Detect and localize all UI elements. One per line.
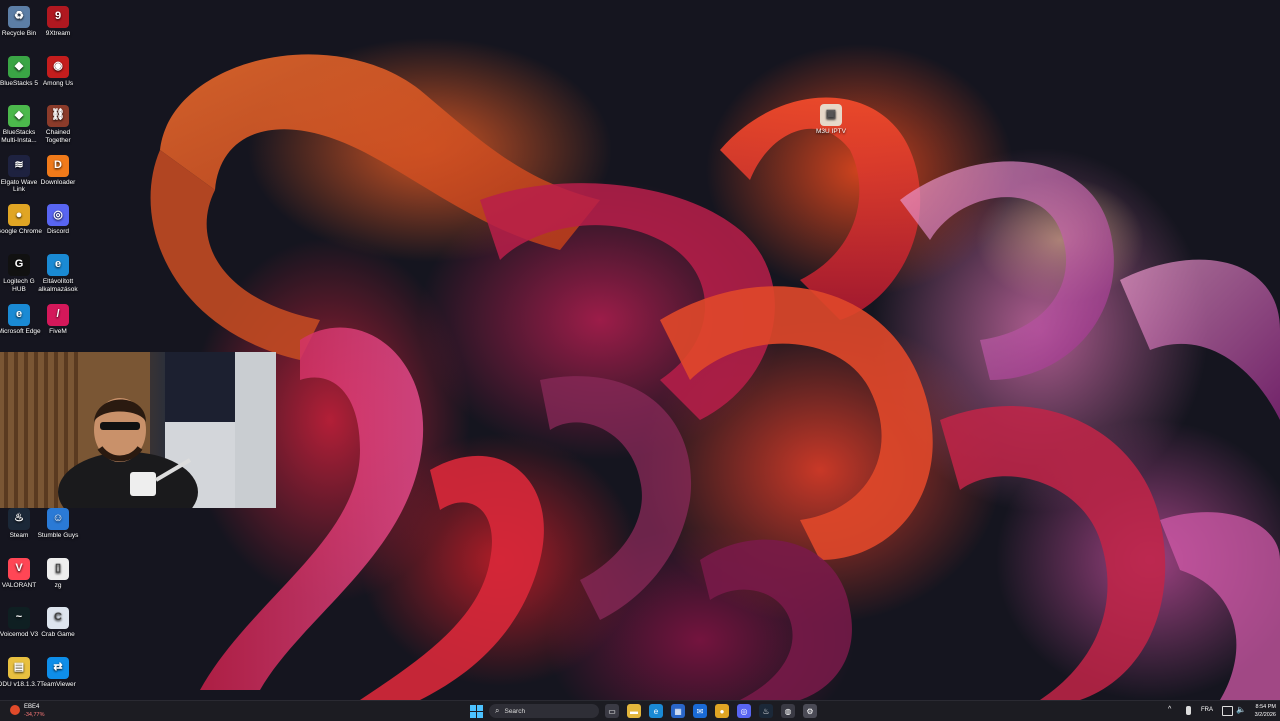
taskbar-app-mail[interactable]: ✉ <box>693 704 707 718</box>
crab-game-icon: C <box>47 607 69 630</box>
stumble-guys-icon: ☺ <box>47 508 69 530</box>
discord-icon: ◎ <box>47 204 69 227</box>
desktop-icon-m3u-iptv[interactable]: ▣ M3U IPTV <box>808 104 854 136</box>
desktop-icon-eltavolitott[interactable]: e Eltávolított alkalmazások <box>35 254 81 293</box>
fivem-icon: / <box>47 303 69 326</box>
desktop-icon-zg[interactable]: ▯ zg <box>35 557 81 590</box>
teamviewer-icon: ⇄ <box>47 656 69 679</box>
network-icon[interactable] <box>1222 706 1233 716</box>
search-box[interactable]: ⌕ Search <box>489 704 599 718</box>
chrome-icon: ● <box>719 706 725 716</box>
taskbar-app-steam[interactable]: ♨ <box>759 704 773 718</box>
edge-icon: e <box>653 706 659 716</box>
task-view-icon: ▭ <box>608 706 616 716</box>
desktop-icon-label: Discord <box>46 228 70 236</box>
bluestacks-multi-icon: ◆ <box>8 105 30 128</box>
desktop-icon-label: zg <box>54 581 62 589</box>
downloader-icon: D <box>47 154 69 177</box>
taskbar-app-discord[interactable]: ◎ <box>737 704 751 718</box>
desktop-icon-label: Downloader <box>40 178 76 186</box>
desktop-icon-crab-game[interactable]: C Crab Game <box>35 607 81 639</box>
taskbar-app-edge[interactable]: e <box>649 704 663 718</box>
ddu-icon: ▤ <box>8 656 30 679</box>
steam-icon: ♨ <box>762 706 770 716</box>
zg-icon: ▯ <box>47 557 69 580</box>
webcam-feed-graphic <box>0 352 276 508</box>
among-us-icon: ◉ <box>47 55 69 78</box>
start-button[interactable] <box>469 704 483 718</box>
taskbar-app-store[interactable]: ▦ <box>671 704 685 718</box>
taskbar-app-task-view[interactable]: ▭ <box>605 704 619 718</box>
taskbar-app-file-explorer[interactable]: ▬ <box>627 704 641 718</box>
desktop-icon-label: Stumble Guys <box>37 532 79 539</box>
edge-icon: e <box>8 303 30 326</box>
elgato-icon: ≋ <box>8 154 30 177</box>
windows-logo-icon <box>469 704 483 718</box>
mail-icon: ✉ <box>696 706 704 716</box>
desktop-icon-among-us[interactable]: ◉ Among Us <box>35 55 81 88</box>
clock-time[interactable]: 8:54 PM <box>1252 704 1276 710</box>
webcam-overlay <box>0 352 276 508</box>
desktop-icon-label: Crab Game <box>41 631 75 639</box>
steam-icon: ♨ <box>8 508 30 530</box>
desktop-icon-9xtream[interactable]: 9 9Xtream <box>35 6 81 38</box>
desktop-icon-label: TeamViewer <box>40 680 76 688</box>
taskbar-app-obs[interactable]: ◍ <box>781 704 795 718</box>
desktop-icon-label: 9Xtream <box>45 30 71 37</box>
desktop-icon-label: FiveM <box>49 327 67 335</box>
discord-icon: ◎ <box>740 706 748 716</box>
obs-icon: ◍ <box>784 706 792 716</box>
desktop-icon-label: Chained Together <box>45 129 71 144</box>
eltavolitott-icon: e <box>47 254 69 276</box>
valorant-icon: V <box>8 557 30 580</box>
clock-date[interactable]: 3/2/2026 <box>1250 712 1276 718</box>
desktop-icon-fivem[interactable]: / FiveM <box>35 303 81 336</box>
search-placeholder: Search <box>504 707 526 715</box>
wallpaper-ribbons <box>150 54 1280 700</box>
microphone-icon[interactable] <box>1186 706 1191 715</box>
file-explorer-icon: ▬ <box>630 706 638 716</box>
taskbar-app-chrome[interactable]: ● <box>715 704 729 718</box>
desktop-icon-teamviewer[interactable]: ⇄ TeamViewer <box>35 656 81 689</box>
weather-icon[interactable] <box>10 705 20 715</box>
language-indicator[interactable]: FRA <box>1201 707 1213 713</box>
desktop-icon-downloader[interactable]: D Downloader <box>35 154 81 187</box>
m3u-iptv-icon: ▣ <box>820 104 842 126</box>
desktop: ♻ Recycle Bin ◆ BlueStacks 5 ◆ BlueStacks Mul… <box>0 0 1280 700</box>
recycle-bin-icon: ♻ <box>8 6 30 28</box>
store-icon: ▦ <box>674 706 682 716</box>
logitech-icon: G <box>8 254 30 276</box>
desktop-icon-discord[interactable]: ◎ Discord <box>35 204 81 236</box>
desktop-icon-label: M3U IPTV <box>816 128 846 135</box>
taskbar: EBE4 -34,77% ⌕ Search ▭ ▬ e ▦ ✉ ● ◎ ♨ ◍ ⚙ ^ FRA 🔈… <box>0 700 1280 721</box>
chrome-icon: ● <box>8 204 30 227</box>
weather-title[interactable]: EBE4 <box>24 704 39 710</box>
tray-chevron-icon[interactable]: ^ <box>1168 706 1171 713</box>
desktop-icon-label: Among Us <box>42 79 74 87</box>
taskbar-app-settings[interactable]: ⚙ <box>803 704 817 718</box>
desktop-icon-label: Eltávolított alkalmazások <box>38 278 78 293</box>
9xtream-icon: 9 <box>47 6 69 28</box>
desktop-icon-chained-together[interactable]: ⛓ Chained Together <box>35 105 81 144</box>
voicemod-icon: ~ <box>8 607 30 630</box>
weather-subtitle: -34,77% <box>24 712 45 718</box>
volume-icon[interactable]: 🔈 <box>1236 705 1246 714</box>
chained-together-icon: ⛓ <box>47 105 69 128</box>
settings-icon: ⚙ <box>806 706 814 716</box>
desktop-icon-stumble-guys[interactable]: ☺ Stumble Guys <box>35 508 81 540</box>
search-icon: ⌕ <box>495 706 500 715</box>
bluestacks-icon: ◆ <box>8 55 30 78</box>
